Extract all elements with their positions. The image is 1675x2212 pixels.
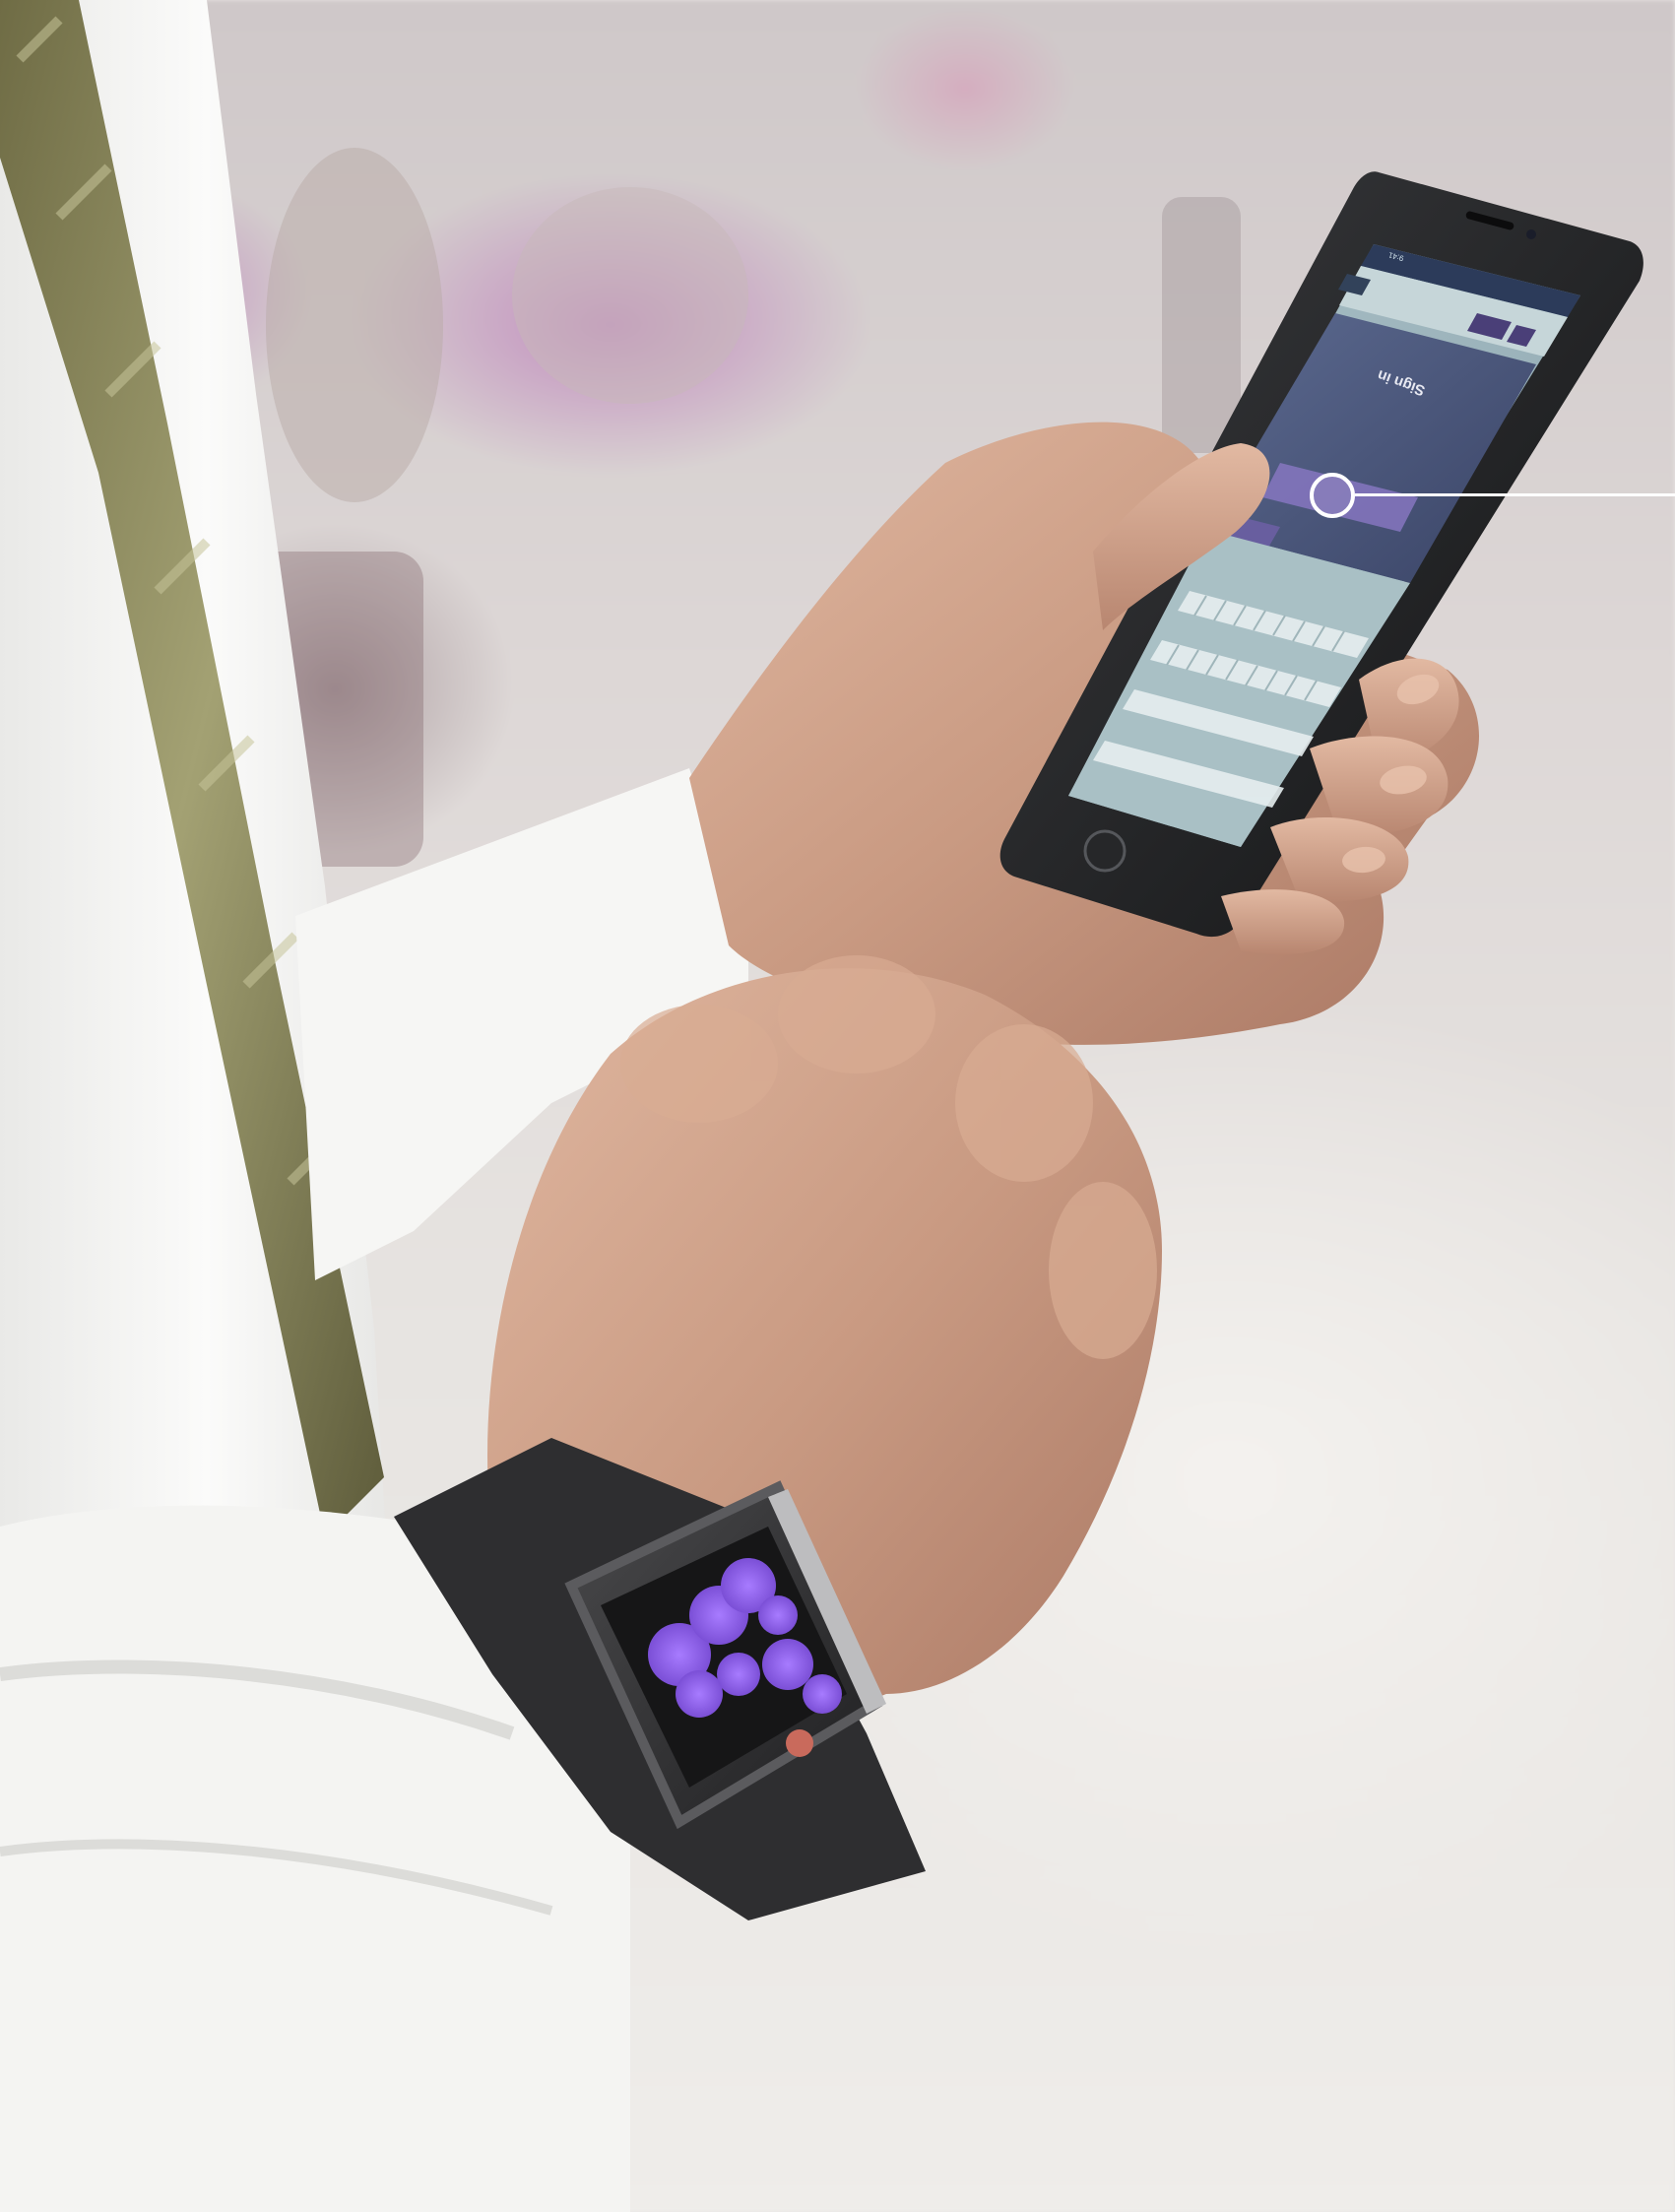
watch-indicator-dot bbox=[786, 1729, 813, 1757]
scene-illustration bbox=[0, 0, 1643, 2212]
callout-marker-circle bbox=[1310, 473, 1355, 518]
photo-scene: Sign in 9:41 bbox=[0, 0, 1675, 2212]
callout-leader-line bbox=[1355, 493, 1675, 496]
home-button bbox=[1083, 829, 1127, 873]
